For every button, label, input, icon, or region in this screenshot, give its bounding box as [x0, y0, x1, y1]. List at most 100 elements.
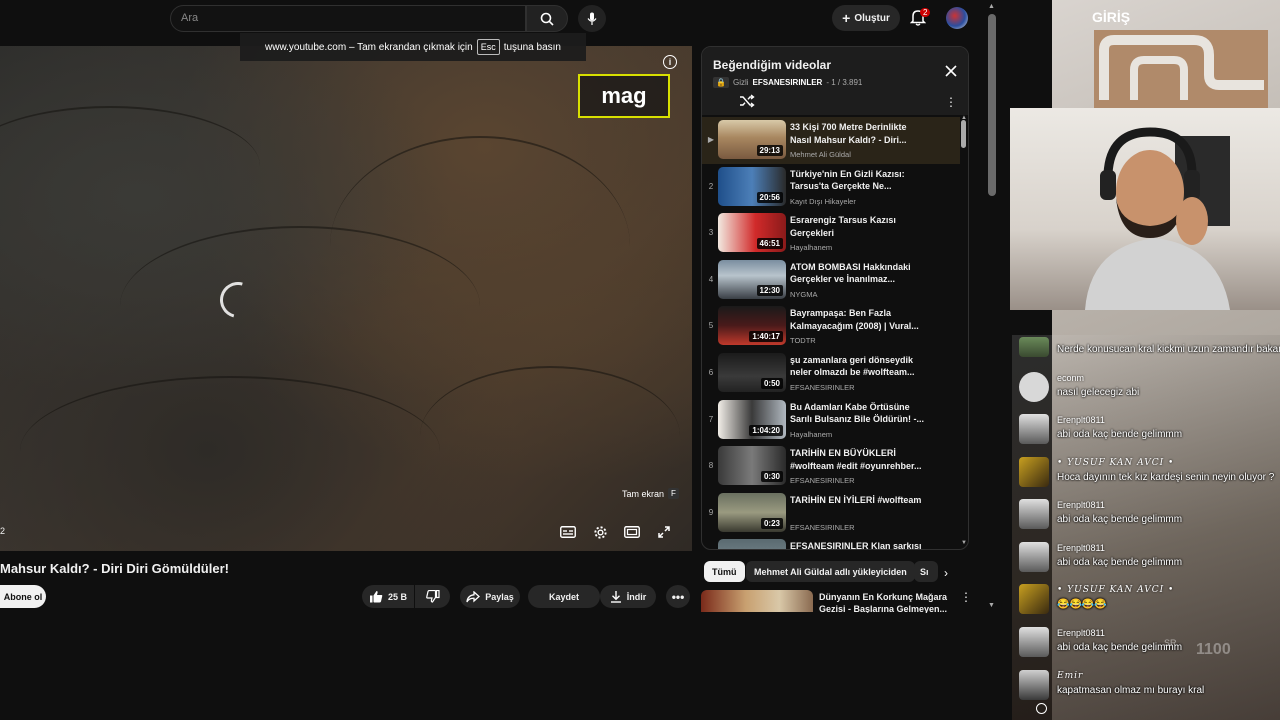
duration-badge: 46:51: [756, 238, 783, 250]
playlist-items: ▶ 29:13 33 Kişi 700 Metre Derinlikte Nas…: [702, 117, 960, 550]
chat-avatar: [1019, 414, 1049, 444]
chat-text: kapatmasan olmaz mı burayı kral: [1057, 685, 1205, 696]
more-vert-icon[interactable]: ⋮: [960, 590, 972, 604]
item-channel: EFSANESIRINLER: [790, 382, 855, 392]
chat-message: • YUSUF KAN AVCI • Hoca dayının tek kız …: [1012, 455, 1280, 497]
chat-settings-icon[interactable]: [1036, 703, 1047, 714]
duration-badge: 20:56: [756, 191, 783, 203]
playlist-position: - 1 / 3.891: [826, 78, 863, 87]
download-label: İndir: [626, 591, 647, 602]
item-title: EFSANESIRINLER Klan şarkısı: [790, 541, 922, 550]
chat-avatar: [1019, 337, 1049, 357]
track-artwork: [1094, 30, 1268, 108]
more-actions-button[interactable]: •••: [666, 585, 690, 608]
chat-text: abi oda kaç bende gelimmm: [1057, 514, 1183, 525]
video-thumbnail: 12:30: [718, 259, 786, 299]
save-button[interactable]: Kaydet: [528, 585, 600, 608]
item-title: şu zamanlara geri dönseydik neler olmazd…: [790, 354, 915, 378]
playlist-item[interactable]: 6 0:50 şu zamanlara geri dönseydik neler…: [702, 350, 960, 397]
search-button[interactable]: [526, 5, 568, 32]
chip-more[interactable]: Sı: [914, 561, 938, 582]
chat-message: econm nasıl gelecegiz abi: [1012, 370, 1280, 412]
page-scrollbar[interactable]: [988, 14, 996, 196]
dislike-button[interactable]: [415, 585, 450, 608]
chip-uploader[interactable]: Mehmet Ali Güldal adlı yükleyiciden: [746, 561, 915, 582]
theater-mode-button[interactable]: [622, 523, 642, 541]
chat-avatar: [1019, 457, 1049, 487]
shuffle-button[interactable]: [739, 94, 755, 108]
playlist-panel: Beğendiğim videolar 🔒 Gizli EFSANESIRINL…: [701, 46, 969, 550]
playlist-scrollbar[interactable]: [961, 120, 966, 148]
playlist-item[interactable]: 9 0:23 TARİHİN EN İYİLERİ #wolfteam EFSA…: [702, 490, 960, 537]
item-title: TARİHİN EN BÜYÜKLERİ #wolfteam #edit #oy…: [790, 448, 922, 471]
create-button[interactable]: + Oluştur: [832, 5, 900, 31]
close-playlist-button[interactable]: [945, 64, 957, 77]
chat-username: Erenplt0811: [1057, 415, 1105, 425]
scroll-down-arrow[interactable]: ▼: [988, 602, 995, 609]
duration-badge: 1:40:17: [749, 331, 783, 343]
playlist-item[interactable]: 2 20:56 Türkiye'nin En Gizli Kazısı: Tar…: [702, 164, 960, 211]
chat-text: 😂😂😂😂: [1057, 599, 1107, 610]
streamer-image: [1085, 127, 1230, 310]
terrain-ridge: [20, 376, 440, 526]
exit-fullscreen-button[interactable]: [654, 523, 674, 541]
item-index: 4: [708, 274, 714, 284]
chat-message: Erenplt0811 abi oda kaç bende gelimmm: [1012, 497, 1280, 539]
scroll-up-arrow[interactable]: ▲: [988, 3, 995, 10]
video-thumbnail: 0:23: [718, 492, 786, 532]
playlist-item[interactable]: EFSANESIRINLER Klan şarkısı: [702, 536, 960, 550]
playlist-item[interactable]: 5 1:40:17 Bayrampaşa: Ben Fazla Kalmayac…: [702, 303, 960, 350]
video-player[interactable]: mag i Tam ekran F 2: [0, 46, 692, 551]
playlist-title[interactable]: Beğendiğim videolar: [713, 58, 831, 72]
playlist-item[interactable]: ▶ 29:13 33 Kişi 700 Metre Derinlikte Nas…: [702, 117, 960, 164]
search-input[interactable]: Ara: [170, 5, 526, 32]
duration-badge: 1:04:20: [749, 424, 783, 436]
item-index: 7: [708, 414, 714, 424]
notice-prefix: www.youtube.com – Tam ekrandan çıkmak iç…: [265, 41, 473, 53]
chat-message: Erenplt0811 abi oda kaç bende gelimmm: [1012, 412, 1280, 454]
subscribe-button[interactable]: Abone ol: [0, 585, 46, 608]
overlay-text-box: mag: [578, 74, 670, 118]
item-channel: Hayalhanem: [790, 243, 833, 253]
playlist-item[interactable]: 7 1:04:20 Bu Adamları Kabe Örtüsüne Sarı…: [702, 397, 960, 444]
video-thumbnail: 46:51: [718, 213, 786, 253]
chat-username: • YUSUF KAN AVCI •: [1057, 458, 1175, 468]
share-icon: [466, 590, 481, 602]
download-button[interactable]: İndir: [600, 585, 656, 608]
playlist-item[interactable]: 8 0:30 TARİHİN EN BÜYÜKLERİ #wolfteam #e…: [702, 443, 960, 490]
recommended-thumbnail[interactable]: [701, 590, 813, 612]
item-index: 9: [708, 507, 714, 517]
item-index: 3: [708, 228, 714, 238]
chevron-right-icon[interactable]: ›: [944, 566, 948, 580]
search-placeholder: Ara: [181, 12, 199, 24]
settings-button[interactable]: [590, 523, 610, 541]
item-title: 33 Kişi 700 Metre Derinlikte Nasıl Mahsu…: [790, 122, 907, 145]
chip-all[interactable]: Tümü: [704, 561, 745, 582]
playlist-menu-button[interactable]: ⋮: [945, 95, 957, 109]
more-vert-icon: ⋮: [945, 95, 957, 109]
playlist-owner[interactable]: EFSANESIRINLER: [753, 78, 823, 87]
like-button[interactable]: 25 B: [362, 585, 414, 608]
chat-text: nasıl gelecegiz abi: [1057, 387, 1140, 398]
overlay-sr-label: SR: [1164, 638, 1177, 648]
like-count: 25 B: [387, 591, 407, 602]
playlist-item[interactable]: 3 46:51 Esrarengiz Tarsus Kazısı Gerçekl…: [702, 210, 960, 257]
chat-message: Emir kapatmasan olmaz mı burayı kral: [1012, 668, 1280, 710]
item-channel: TODTR: [790, 336, 816, 346]
playlist-item[interactable]: 4 12:30 ATOM BOMBASI Hakkındaki Gerçekle…: [702, 257, 960, 304]
chat-text: Nerde konusucan kral kickmi uzun zamandı…: [1057, 344, 1280, 355]
scroll-down-arrow[interactable]: ▼: [961, 540, 967, 546]
item-index: ▶: [707, 135, 715, 144]
item-channel: Kayıt Dışı Hikayeler: [790, 196, 856, 206]
overlay-corner-label: GİRİŞ: [1092, 9, 1131, 25]
subtitles-button[interactable]: [558, 523, 578, 541]
notice-suffix: tuşuna basın: [503, 41, 561, 53]
voice-search-button[interactable]: [578, 5, 606, 32]
item-channel: EFSANESIRINLER: [790, 476, 855, 486]
subtitles-icon: [560, 526, 576, 538]
recommended-title[interactable]: Dünyanın En Korkunç Mağara Gezisi - Başl…: [819, 591, 949, 613]
info-icon[interactable]: i: [663, 55, 677, 69]
theater-icon: [624, 526, 640, 538]
account-avatar[interactable]: [946, 7, 968, 29]
share-button[interactable]: Paylaş: [460, 585, 520, 608]
